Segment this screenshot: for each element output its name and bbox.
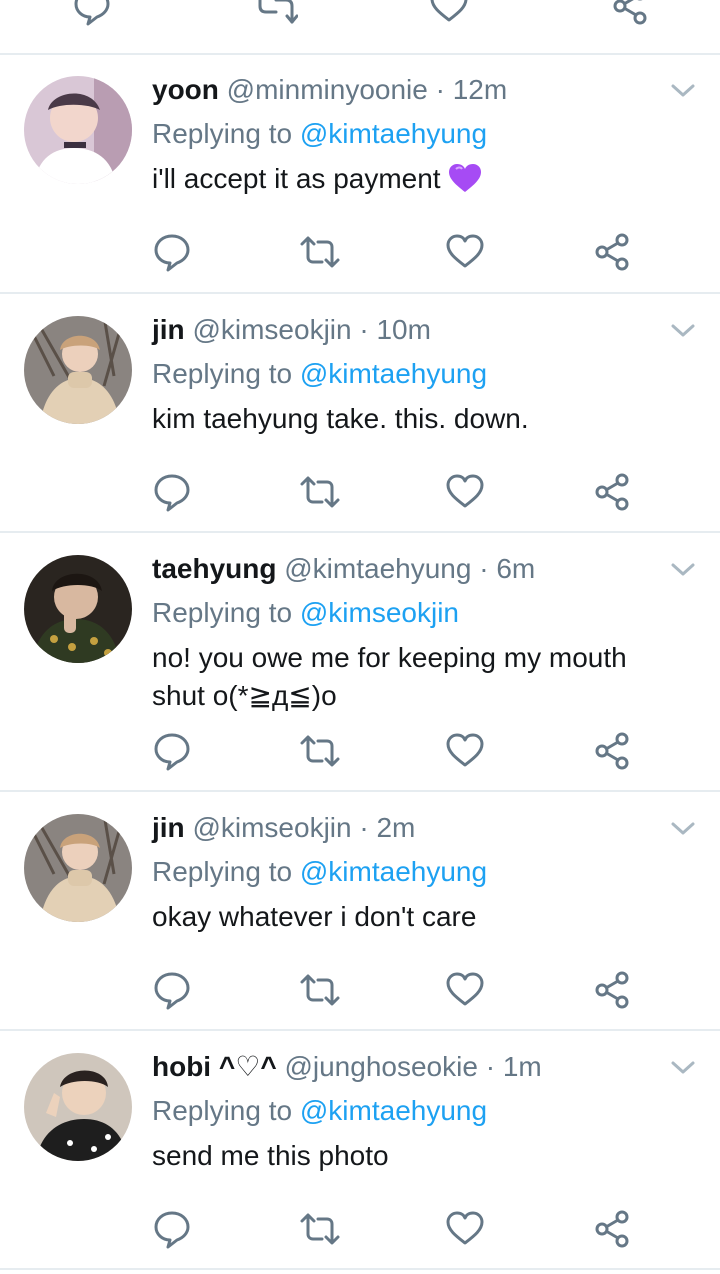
replying-to-label: Replying to (152, 118, 293, 149)
tweet-text: no! you owe me for keeping my mouth shut… (152, 642, 627, 711)
user-handle[interactable]: @kimtaehyung (284, 553, 471, 584)
heart-icon[interactable] (444, 232, 486, 272)
replying-to-user[interactable]: @kimtaehyung (300, 358, 487, 389)
tweet-header: jin @kimseokjin · 10m (152, 312, 431, 348)
reply-icon[interactable] (152, 731, 192, 771)
chevron-down-icon[interactable] (670, 80, 696, 100)
replying-to: Replying to @kimtaehyung (152, 116, 487, 152)
avatar[interactable] (24, 555, 132, 663)
tweet-header: yoon @minminyoonie · 12m (152, 72, 507, 108)
replying-to-user[interactable]: @kimtaehyung (300, 1095, 487, 1126)
previous-tweet-actions (0, 0, 720, 54)
reply-icon[interactable] (152, 232, 192, 272)
chevron-down-icon[interactable] (670, 1057, 696, 1077)
tweet-text: okay whatever i don't care (152, 901, 477, 932)
heart-icon[interactable] (444, 970, 486, 1010)
avatar[interactable] (24, 316, 132, 424)
replying-to: Replying to @kimseokjin (152, 595, 459, 631)
retweet-icon[interactable] (298, 232, 342, 272)
avatar[interactable] (24, 1053, 132, 1161)
heart-icon[interactable] (444, 1209, 486, 1249)
heart-icon[interactable] (428, 0, 470, 26)
replying-to-label: Replying to (152, 856, 293, 887)
separator-dot: · (479, 553, 489, 584)
retweet-icon[interactable] (298, 1209, 342, 1249)
avatar[interactable] (24, 814, 132, 922)
replying-to-user[interactable]: @kimtaehyung (300, 118, 487, 149)
user-handle[interactable]: @minminyoonie (227, 74, 428, 105)
separator-dot: · (485, 1051, 496, 1082)
timestamp[interactable]: 10m (376, 314, 430, 345)
display-name[interactable]: jin (152, 314, 185, 345)
tweet-header: taehyung @kimtaehyung · 6m (152, 551, 535, 587)
tweet-actions (0, 1209, 720, 1249)
divider (0, 1268, 720, 1270)
separator-dot: · (359, 314, 369, 345)
display-name[interactable]: taehyung (152, 553, 276, 584)
divider (0, 531, 720, 533)
replying-to: Replying to @kimtaehyung (152, 854, 487, 890)
tweet-actions (0, 472, 720, 512)
replying-to-label: Replying to (152, 597, 293, 628)
replying-to-user[interactable]: @kimseokjin (300, 597, 459, 628)
tweet-actions (0, 232, 720, 272)
separator-dot: · (359, 812, 369, 843)
retweet-icon[interactable] (298, 970, 342, 1010)
chevron-down-icon[interactable] (670, 818, 696, 838)
separator-dot: · (435, 74, 445, 105)
replying-to-user[interactable]: @kimtaehyung (300, 856, 487, 887)
timestamp[interactable]: 6m (496, 553, 535, 584)
divider (0, 790, 720, 792)
display-name[interactable]: hobi ^♡^ (152, 1051, 277, 1082)
heart-icon[interactable] (444, 472, 486, 512)
share-icon[interactable] (610, 0, 650, 26)
chevron-down-icon[interactable] (670, 320, 696, 340)
timestamp[interactable]: 2m (376, 812, 415, 843)
timestamp[interactable]: 12m (453, 74, 507, 105)
user-handle[interactable]: @kimseokjin (192, 812, 351, 843)
reply-icon[interactable] (152, 970, 192, 1010)
replying-to-label: Replying to (152, 1095, 293, 1126)
divider (0, 53, 720, 55)
reply-icon[interactable] (152, 1209, 192, 1249)
replying-to: Replying to @kimtaehyung (152, 356, 487, 392)
divider (0, 1029, 720, 1031)
tweet-text: kim taehyung take. this. down. (152, 403, 529, 434)
avatar[interactable] (24, 76, 132, 184)
user-handle[interactable]: @kimseokjin (192, 314, 351, 345)
chevron-down-icon[interactable] (670, 559, 696, 579)
tweet-text: send me this photo (152, 1140, 389, 1171)
reply-icon[interactable] (152, 472, 192, 512)
tweet-actions (0, 731, 720, 771)
tweet-header: hobi ^♡^ @junghoseokie · 1m (152, 1049, 542, 1085)
retweet-icon[interactable] (298, 731, 342, 771)
tweet-actions (0, 970, 720, 1010)
display-name[interactable]: jin (152, 812, 185, 843)
retweet-icon[interactable] (298, 472, 342, 512)
share-icon[interactable] (592, 970, 632, 1010)
replying-to: Replying to @kimtaehyung (152, 1093, 487, 1129)
share-icon[interactable] (592, 1209, 632, 1249)
divider (0, 292, 720, 294)
share-icon[interactable] (592, 472, 632, 512)
tweet-text: i'll accept it as payment (152, 160, 672, 198)
heart-icon[interactable] (444, 731, 486, 771)
share-icon[interactable] (592, 232, 632, 272)
tweet-text-body: i'll accept it as payment (152, 163, 441, 194)
retweet-icon[interactable] (254, 0, 298, 26)
tweet-header: jin @kimseokjin · 2m (152, 810, 415, 846)
user-handle[interactable]: @junghoseokie (284, 1051, 477, 1082)
purple-heart-icon (448, 163, 482, 193)
replying-to-label: Replying to (152, 358, 293, 389)
reply-icon[interactable] (72, 0, 112, 26)
display-name[interactable]: yoon (152, 74, 219, 105)
share-icon[interactable] (592, 731, 632, 771)
timestamp[interactable]: 1m (503, 1051, 542, 1082)
